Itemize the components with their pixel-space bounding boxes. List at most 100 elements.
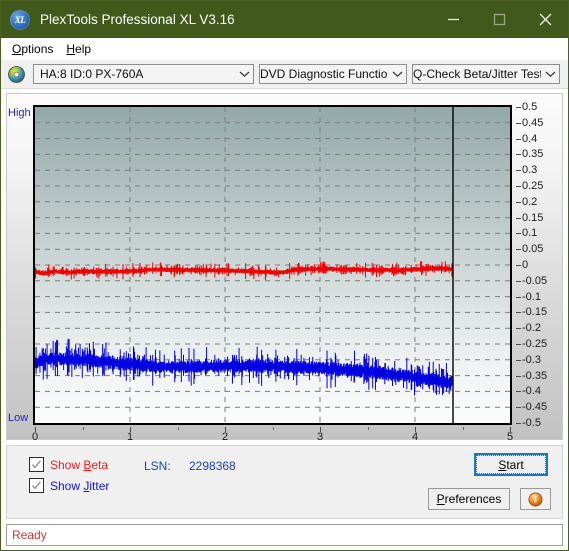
start-button-label: Start [476, 455, 546, 474]
x-tick-mark [35, 427, 36, 432]
y-tick-label: 0 [522, 259, 529, 271]
show-jitter-checkbox[interactable]: Show Jitter [29, 478, 109, 493]
x-tick-mark [130, 427, 131, 432]
beta-jitter-plot[interactable] [33, 105, 512, 425]
y-tick-label: -0.15 [522, 306, 548, 319]
y-tick-label: 0.4 [522, 132, 538, 145]
y-tick-mark [516, 280, 521, 282]
y-tick-mark [516, 249, 521, 251]
x-tick-mark [415, 427, 416, 432]
x-minor-tick-mark [272, 427, 274, 430]
show-beta-checkbox[interactable]: Show Beta [29, 457, 108, 472]
checkmark-icon [32, 460, 41, 469]
minimize-icon[interactable] [430, 1, 476, 38]
checkbox-box[interactable] [29, 457, 44, 472]
x-tick-label: 5 [506, 431, 514, 443]
y-tick-label: 0.25 [522, 180, 544, 192]
y-tick-mark [516, 122, 521, 124]
y-tick-mark [516, 344, 521, 345]
window-controls [430, 1, 568, 38]
y-tick-mark [516, 138, 521, 140]
x-tick-label: 3 [316, 431, 324, 443]
lsn-label: LSN: [144, 459, 171, 473]
menu-bar: Options Help [1, 38, 568, 60]
plot-wrapper: High Low 0.5 0.45 0.4 0.35 0.3 0.25 0.2 0.15 0.1… [8, 101, 547, 443]
x-axis-tick-labels: 0 1 2 3 4 5 [31, 427, 514, 447]
x-minor-tick-mark [82, 427, 84, 430]
x-minor-tick-mark [177, 427, 179, 430]
y-tick-label: 0.15 [522, 211, 544, 224]
y-tick-mark [516, 423, 521, 424]
y-tick-mark [516, 359, 521, 361]
test-select[interactable]: Q-Check Beta/Jitter Test [412, 64, 560, 84]
y-tick-label: 0.05 [522, 243, 544, 256]
y-tick-mark [516, 170, 521, 172]
drive-select-label: HA:8 ID:0 PX-760A [40, 67, 144, 81]
y-tick-mark [516, 312, 521, 314]
x-minor-tick-mark [462, 427, 464, 430]
y-tick-label: 0.3 [522, 164, 538, 177]
y-tick-label: 0.2 [522, 195, 538, 208]
show-jitter-label: Show Jitter [50, 478, 110, 493]
y-tick-mark [516, 201, 521, 203]
y-tick-label: -0.45 [522, 401, 548, 414]
preferences-button[interactable]: Preferences [428, 488, 510, 510]
toolbar: HA:8 ID:0 PX-760A DVD Diagnostic Functio… [1, 60, 568, 89]
title-bar: XL PlexTools Professional XL V3.16 [1, 1, 568, 38]
menu-item-options-label: ptions [21, 42, 54, 56]
x-minor-tick-mark [367, 427, 369, 430]
y-tick-mark [516, 217, 521, 219]
control-panel: Show Beta Show Jitter LSN: 2298368 Start… [6, 445, 563, 519]
y-tick-mark [516, 186, 521, 187]
checkmark-icon [32, 481, 41, 490]
axis-low-label: Low [8, 412, 29, 424]
compact-disc-icon [8, 65, 25, 83]
x-tick-mark [225, 427, 226, 432]
info-icon [528, 492, 543, 506]
menu-item-options[interactable]: Options [7, 41, 61, 57]
info-button[interactable] [520, 488, 551, 510]
x-tick-mark [320, 427, 321, 432]
y-tick-label: -0.4 [522, 385, 541, 398]
y-tick-mark [516, 375, 521, 377]
application-window: XL PlexTools Professional XL V3.16 Optio… [0, 0, 569, 551]
y-tick-label: -0.2 [522, 322, 541, 335]
xl-logo-icon: XL [10, 9, 30, 30]
y-tick-label: -0.05 [522, 274, 548, 287]
drive-select[interactable]: HA:8 ID:0 PX-760A [33, 64, 254, 84]
test-select-label: Q-Check Beta/Jitter Test [413, 67, 541, 81]
y-tick-label: 0.35 [522, 148, 544, 161]
chevron-down-icon [388, 70, 406, 78]
y-tick-label: -0.3 [522, 353, 541, 366]
y-axis-tick-labels: 0.5 0.45 0.4 0.35 0.3 0.25 0.2 0.15 0.1 0.05 0 -0.0… [516, 101, 569, 429]
start-button[interactable]: Start [474, 453, 548, 476]
function-select[interactable]: DVD Diagnostic Functions [259, 64, 407, 84]
y-tick-label: -0.1 [522, 290, 541, 303]
y-tick-label: 0.45 [522, 116, 544, 129]
chart-panel: High Low 0.5 0.45 0.4 0.35 0.3 0.25 0.2 0.15 0.1… [6, 93, 563, 443]
y-tick-mark [516, 407, 521, 409]
y-tick-label: -0.5 [522, 417, 541, 429]
menu-item-help-label: elp [75, 42, 92, 56]
x-tick-label: 2 [221, 431, 229, 443]
plot-canvas [35, 107, 510, 423]
status-bar: Ready [6, 524, 563, 546]
chevron-down-icon [541, 70, 559, 78]
show-beta-label: Show Beta [50, 457, 109, 472]
lsn-value: 2298368 [189, 459, 236, 473]
close-icon[interactable] [522, 1, 568, 38]
function-select-label: DVD Diagnostic Functions [260, 67, 388, 81]
axis-high-label: High [8, 107, 31, 119]
y-tick-label: 0.1 [522, 227, 538, 240]
checkbox-box[interactable] [29, 478, 44, 493]
x-tick-label: 0 [31, 431, 39, 443]
x-tick-label: 1 [126, 431, 134, 443]
menu-item-help[interactable]: Help [61, 41, 99, 57]
maximize-icon[interactable] [476, 1, 522, 38]
y-tick-mark [516, 265, 521, 266]
y-tick-mark [516, 328, 521, 330]
y-tick-label: 0.5 [522, 101, 538, 113]
x-tick-mark [510, 427, 511, 432]
preferences-button-label: Preferences [436, 492, 502, 506]
chevron-down-icon [235, 70, 253, 78]
